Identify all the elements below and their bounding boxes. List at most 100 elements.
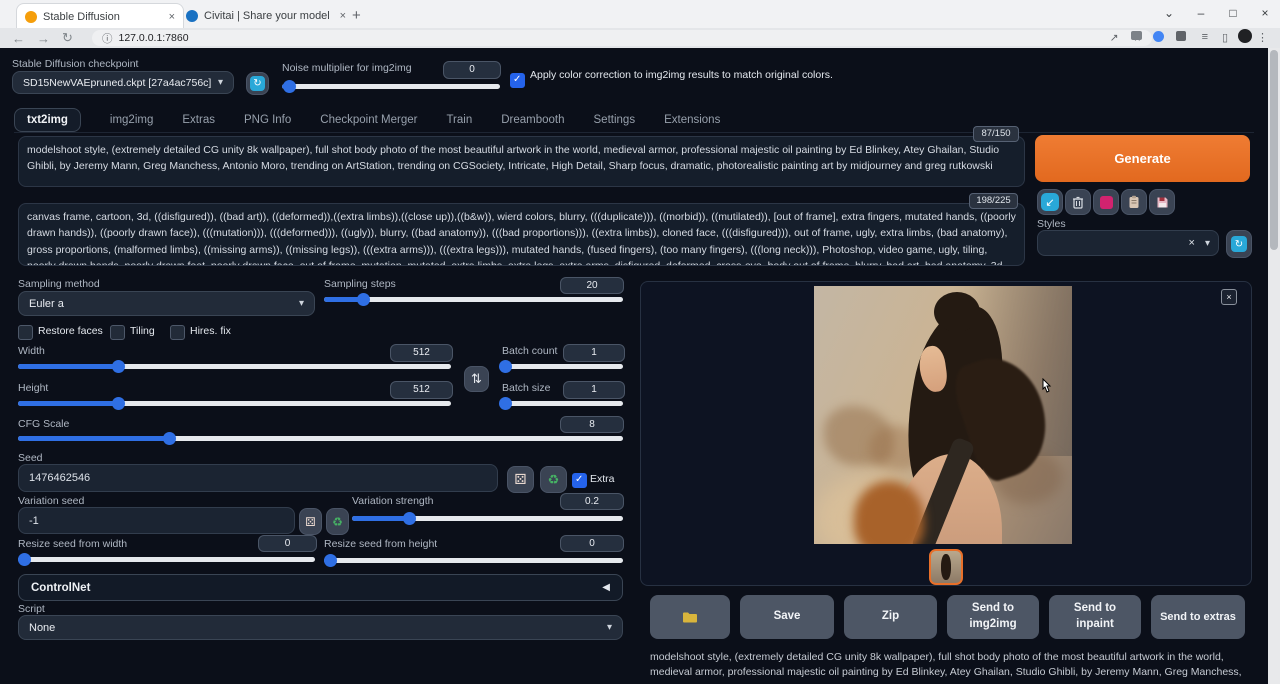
swap-icon: ⇅	[471, 371, 482, 387]
height-label: Height	[18, 382, 48, 394]
noise-multiplier-slider[interactable]	[282, 84, 500, 89]
negative-prompt-textarea[interactable]: canvas frame, cartoon, 3d, ((disfigured)…	[18, 203, 1025, 266]
info-icon[interactable]: ⓘ	[102, 31, 113, 46]
collapse-arrow-icon: ◀	[602, 582, 610, 593]
extension-blue-icon[interactable]	[1153, 31, 1164, 45]
open-folder-button[interactable]	[650, 595, 730, 639]
maximize-button[interactable]: □	[1218, 0, 1248, 26]
random-variation-seed-button[interactable]: ⚄	[299, 508, 322, 535]
zip-label: Zip	[882, 609, 899, 625]
reload-icon[interactable]: ↻	[62, 30, 73, 46]
send-to-inpaint-button[interactable]: Send to inpaint	[1049, 595, 1141, 639]
styles-dropdown[interactable]: × ▾	[1037, 230, 1219, 256]
chevron-down-icon[interactable]: ⌄	[1154, 0, 1184, 26]
tab-img2img[interactable]: img2img	[110, 114, 153, 126]
recycle-icon: ♻	[332, 515, 343, 529]
browser-menu-icon[interactable]: ⋮	[1257, 31, 1268, 44]
extra-networks-button[interactable]	[1093, 189, 1119, 215]
resize-seed-width-value[interactable]: 0	[258, 535, 317, 552]
side-panel-icon[interactable]: ▯	[1222, 31, 1228, 44]
tab-extensions[interactable]: Extensions	[664, 114, 720, 126]
send-to-img2img-button[interactable]: Send to img2img	[947, 595, 1039, 639]
save-button[interactable]: Save	[740, 595, 834, 639]
back-icon[interactable]: ←	[12, 31, 25, 46]
resize-seed-height-slider[interactable]	[324, 558, 623, 563]
share-icon[interactable]: ↗	[1110, 32, 1119, 44]
tab-train[interactable]: Train	[446, 114, 472, 126]
profile-avatar[interactable]	[1238, 29, 1252, 46]
sampling-method-label: Sampling method	[18, 278, 100, 290]
sampling-steps-value[interactable]: 20	[560, 277, 624, 294]
apply-styles-button[interactable]	[1121, 189, 1147, 215]
height-slider[interactable]	[18, 401, 451, 406]
reuse-variation-seed-button[interactable]: ♻	[326, 508, 349, 535]
color-correction-checkbox[interactable]	[510, 73, 525, 88]
width-slider[interactable]	[18, 364, 451, 369]
read-parameters-button[interactable]: ↙	[1037, 189, 1063, 215]
checkpoint-dropdown[interactable]: SD15NewVAEpruned.ckpt [27a4ac756c]	[12, 71, 234, 94]
noise-multiplier-value[interactable]: 0	[443, 61, 501, 79]
height-value[interactable]: 512	[390, 381, 453, 399]
tab-checkpoint-merger[interactable]: Checkpoint Merger	[320, 114, 417, 126]
variation-seed-input[interactable]	[18, 507, 295, 534]
reuse-seed-button[interactable]: ♻	[540, 466, 567, 493]
close-window-button[interactable]: ×	[1250, 0, 1280, 26]
controlnet-accordion[interactable]: ControlNet ◀	[18, 574, 623, 601]
recycle-icon: ♻	[548, 472, 560, 488]
clear-styles-icon[interactable]: ×	[1189, 237, 1195, 249]
tab-txt2img[interactable]: txt2img	[14, 108, 81, 132]
scrollbar-track[interactable]	[1268, 48, 1280, 684]
extra-seed-checkbox[interactable]	[572, 473, 587, 488]
tab-close-icon[interactable]: ×	[169, 11, 175, 23]
hires-fix-checkbox[interactable]	[170, 325, 185, 340]
batch-size-slider[interactable]	[503, 401, 623, 406]
save-style-button[interactable]	[1149, 189, 1175, 215]
resize-seed-width-slider[interactable]	[18, 557, 315, 562]
zip-button[interactable]: Zip	[844, 595, 937, 639]
sampling-method-dropdown[interactable]: Euler a	[18, 291, 315, 316]
restore-faces-checkbox[interactable]	[18, 325, 33, 340]
generate-button[interactable]: Generate	[1035, 135, 1250, 182]
refresh-styles-button[interactable]: ↻	[1226, 230, 1252, 258]
address-bar[interactable]: ⓘ 127.0.0.1:7860 ↗ ☆	[92, 30, 1152, 46]
script-dropdown[interactable]: None	[18, 615, 623, 640]
close-gallery-button[interactable]: ×	[1221, 289, 1237, 305]
clear-prompt-button[interactable]	[1065, 189, 1091, 215]
variation-strength-value[interactable]: 0.2	[560, 493, 624, 510]
batch-count-slider[interactable]	[503, 364, 623, 369]
new-tab-button[interactable]: +	[344, 3, 374, 28]
mouse-cursor	[1038, 378, 1054, 398]
resize-seed-height-value[interactable]: 0	[560, 535, 624, 552]
batch-count-value[interactable]: 1	[563, 344, 625, 362]
reading-list-icon[interactable]: ≡	[1202, 31, 1208, 43]
extension-grid-icon[interactable]	[1131, 31, 1142, 43]
refresh-checkpoints-button[interactable]: ↻	[246, 72, 269, 95]
send-to-extras-button[interactable]: Send to extras	[1151, 595, 1245, 639]
tiling-checkbox[interactable]	[110, 325, 125, 340]
dice-icon: ⚄	[305, 515, 315, 529]
generated-image[interactable]	[814, 286, 1072, 544]
main-tabs: txt2img img2img Extras PNG Info Checkpoi…	[14, 107, 1254, 133]
variation-strength-slider[interactable]	[352, 516, 623, 521]
browser-tab-stable-diffusion[interactable]: Stable Diffusion ×	[16, 3, 184, 29]
scrollbar-thumb[interactable]	[1270, 50, 1278, 250]
width-value[interactable]: 512	[390, 344, 453, 362]
batch-size-value[interactable]: 1	[563, 381, 625, 399]
extensions-puzzle-icon[interactable]	[1176, 31, 1186, 44]
tab-dreambooth[interactable]: Dreambooth	[501, 114, 564, 126]
cfg-scale-slider[interactable]	[18, 436, 623, 441]
seed-input[interactable]	[18, 464, 498, 492]
browser-tab-civitai[interactable]: Civitai | Share your models ×	[178, 3, 354, 28]
random-seed-button[interactable]: ⚄	[507, 466, 534, 493]
minimize-button[interactable]: –	[1186, 0, 1216, 26]
forward-icon[interactable]: →	[37, 31, 50, 46]
send-to-img2img-label: Send to img2img	[962, 601, 1024, 632]
sampling-steps-slider[interactable]	[324, 297, 623, 302]
gallery-thumbnail[interactable]	[929, 549, 963, 585]
tab-png-info[interactable]: PNG Info	[244, 114, 291, 126]
tab-settings[interactable]: Settings	[594, 114, 636, 126]
prompt-textarea[interactable]: modelshoot style, (extremely detailed CG…	[18, 136, 1025, 187]
cfg-scale-value[interactable]: 8	[560, 416, 624, 433]
swap-width-height-button[interactable]: ⇅	[464, 366, 489, 392]
tab-extras[interactable]: Extras	[182, 114, 215, 126]
